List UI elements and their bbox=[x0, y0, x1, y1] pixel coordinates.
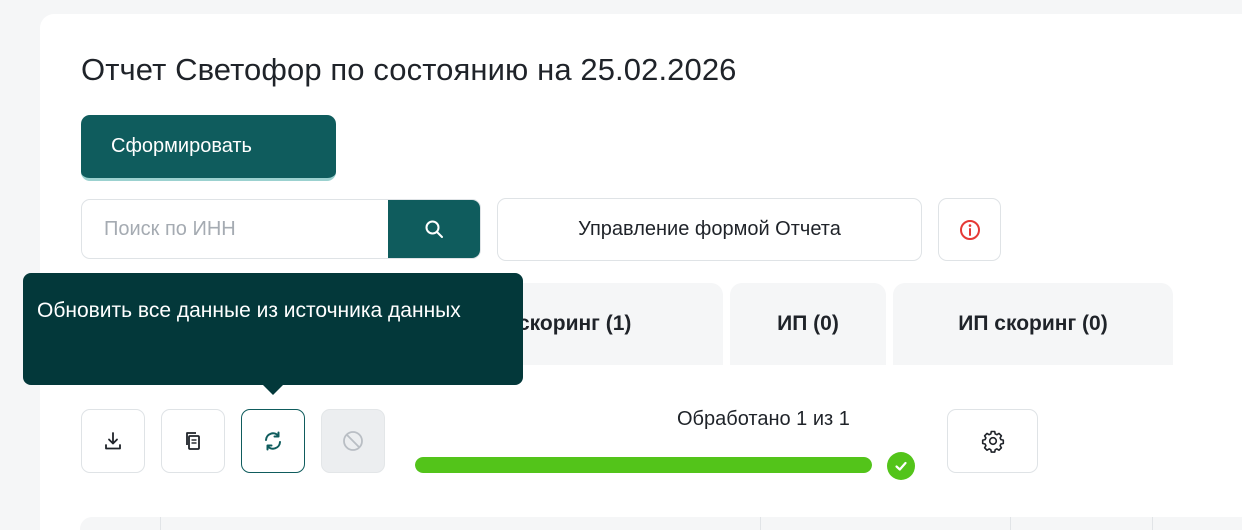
copy-button[interactable] bbox=[161, 409, 225, 473]
tab-label: ИП (0) bbox=[777, 312, 839, 335]
search-input[interactable] bbox=[82, 200, 390, 258]
copy-icon bbox=[186, 432, 200, 450]
search-box bbox=[81, 199, 481, 259]
progress-bar bbox=[415, 457, 872, 473]
column-divider bbox=[1010, 517, 1011, 530]
tooltip-arrow bbox=[262, 384, 284, 395]
gear-icon bbox=[981, 430, 1004, 453]
tab-label: ИП скоринг (0) bbox=[958, 312, 1108, 335]
refresh-icon bbox=[265, 431, 281, 451]
table-header bbox=[80, 517, 1242, 530]
manage-form-button[interactable]: Управление формой Отчета bbox=[497, 198, 922, 261]
column-divider bbox=[160, 517, 161, 530]
block-button[interactable] bbox=[321, 409, 385, 473]
refresh-tooltip: Обновить все данные из источника данных bbox=[23, 273, 523, 385]
progress-fill bbox=[415, 457, 872, 473]
refresh-button[interactable] bbox=[241, 409, 305, 473]
tab-ip-scoring[interactable]: ИП скоринг (0) bbox=[893, 283, 1173, 365]
checkmark-icon bbox=[895, 461, 907, 471]
tab-label: скоринг (1) bbox=[518, 312, 632, 335]
block-icon bbox=[343, 431, 363, 451]
page-title: Отчет Светофор по состоянию на 25.02.202… bbox=[81, 52, 737, 87]
progress-text: Обработано 1 из 1 bbox=[677, 408, 850, 430]
tab-ip[interactable]: ИП (0) bbox=[730, 283, 886, 365]
generate-button-label: Сформировать bbox=[111, 135, 252, 157]
progress-complete-icon bbox=[887, 452, 915, 480]
download-icon bbox=[105, 432, 121, 450]
manage-form-label: Управление формой Отчета bbox=[578, 218, 841, 240]
refresh-tooltip-text: Обновить все данные из источника данных bbox=[37, 299, 461, 322]
info-icon bbox=[959, 219, 980, 240]
column-divider bbox=[1152, 517, 1153, 530]
download-button[interactable] bbox=[81, 409, 145, 473]
column-divider bbox=[760, 517, 761, 530]
generate-button[interactable]: Сформировать bbox=[81, 115, 336, 181]
search-icon bbox=[425, 220, 443, 238]
search-button[interactable] bbox=[388, 200, 480, 258]
info-button[interactable] bbox=[938, 198, 1001, 261]
settings-button[interactable] bbox=[947, 409, 1038, 473]
